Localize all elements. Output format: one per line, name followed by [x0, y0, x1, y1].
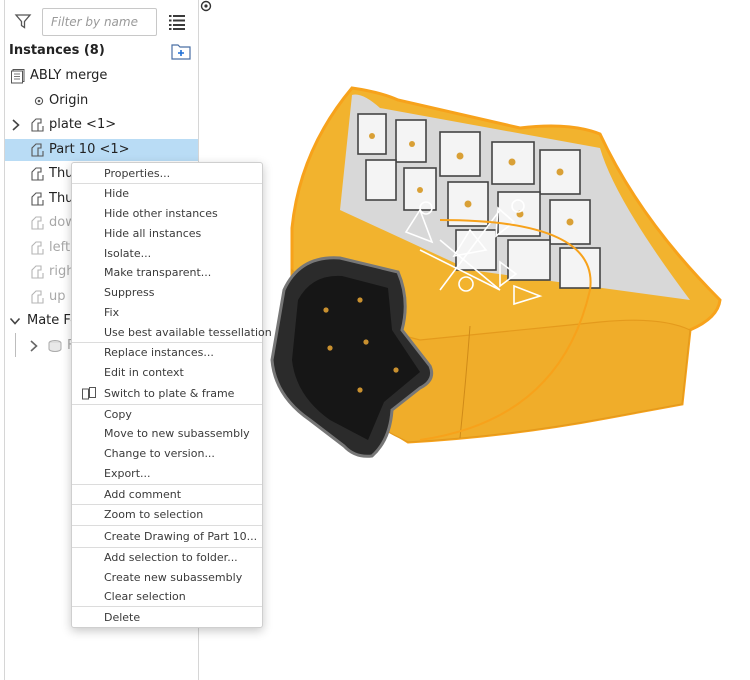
view-center-icon	[200, 0, 212, 12]
instances-header: Instances (8)	[9, 43, 105, 58]
tree-item-label: Part 10 <1>	[49, 142, 130, 157]
menu-item-move-to-subassembly[interactable]: Move to new subassembly	[72, 424, 262, 443]
menu-separator	[72, 606, 262, 607]
menu-item-export[interactable]: Export...	[72, 464, 262, 483]
context-menu: Properties... Hide Hide other instances …	[71, 162, 272, 628]
filter-input[interactable]	[42, 8, 157, 36]
menu-separator	[72, 525, 262, 526]
switch-part-icon	[82, 387, 96, 400]
origin-icon	[34, 96, 44, 106]
menu-item-switch-to-plate-frame[interactable]: Switch to plate & frame	[72, 384, 262, 403]
menu-item-create-subassembly[interactable]: Create new subassembly	[72, 568, 262, 587]
tree-item-origin[interactable]: Origin	[5, 90, 198, 112]
part-icon	[31, 118, 44, 132]
part-icon	[31, 241, 44, 255]
tree-item-label: ABLY merge	[30, 68, 108, 83]
chevron-right-icon[interactable]	[28, 339, 40, 353]
menu-item-hide-other-instances[interactable]: Hide other instances	[72, 204, 262, 223]
list-view-icon[interactable]	[168, 13, 186, 31]
new-folder-icon[interactable]	[171, 43, 191, 60]
menu-item-zoom-to-selection[interactable]: Zoom to selection	[72, 505, 262, 524]
menu-item-make-transparent[interactable]: Make transparent...	[72, 263, 262, 282]
menu-item-copy[interactable]: Copy	[72, 405, 262, 424]
menu-item-delete[interactable]: Delete	[72, 608, 262, 627]
menu-item-label: Switch to plate & frame	[104, 387, 235, 400]
menu-item-best-tessellation[interactable]: Use best available tessellation	[72, 323, 272, 342]
part-icon	[31, 143, 44, 157]
keyboard-model[interactable]	[200, 0, 750, 680]
tree-item-label: plate <1>	[49, 117, 117, 132]
assembly-icon	[11, 69, 25, 84]
tree-item-label: Thu	[49, 191, 74, 206]
3d-viewport[interactable]	[200, 0, 750, 680]
menu-item-hide[interactable]: Hide	[72, 184, 262, 203]
tree-item-plate[interactable]: plate <1>	[5, 114, 198, 136]
menu-item-suppress[interactable]: Suppress	[72, 283, 262, 302]
menu-item-fix[interactable]: Fix	[72, 303, 262, 322]
tree-item-part-10[interactable]: Part 10 <1>	[5, 139, 198, 161]
part-icon	[31, 216, 44, 230]
menu-item-add-to-folder[interactable]: Add selection to folder...	[72, 548, 262, 567]
menu-item-clear-selection[interactable]: Clear selection	[72, 587, 262, 606]
menu-item-edit-in-context[interactable]: Edit in context	[72, 363, 262, 382]
chevron-down-icon[interactable]	[9, 314, 21, 328]
menu-item-change-version[interactable]: Change to version...	[72, 444, 262, 463]
part-icon	[31, 167, 44, 181]
tree-item-ably-merge[interactable]: ABLY merge	[5, 65, 198, 87]
filter-icon[interactable]	[14, 12, 32, 30]
menu-item-create-drawing[interactable]: Create Drawing of Part 10...	[72, 527, 262, 546]
menu-item-isolate[interactable]: Isolate...	[72, 244, 262, 263]
part-icon	[31, 265, 44, 279]
tree-item-label: left	[49, 240, 71, 255]
menu-item-replace-instances[interactable]: Replace instances...	[72, 343, 262, 362]
chevron-right-icon[interactable]	[10, 118, 22, 132]
part-icon	[31, 290, 44, 304]
menu-item-hide-all-instances[interactable]: Hide all instances	[72, 224, 262, 243]
part-icon	[31, 192, 44, 206]
menu-item-properties[interactable]: Properties...	[72, 164, 262, 183]
menu-item-add-comment[interactable]: Add comment	[72, 485, 262, 504]
tree-item-label: Origin	[49, 93, 89, 108]
tree-item-label: Thu	[49, 166, 74, 181]
mate-icon	[48, 340, 62, 352]
